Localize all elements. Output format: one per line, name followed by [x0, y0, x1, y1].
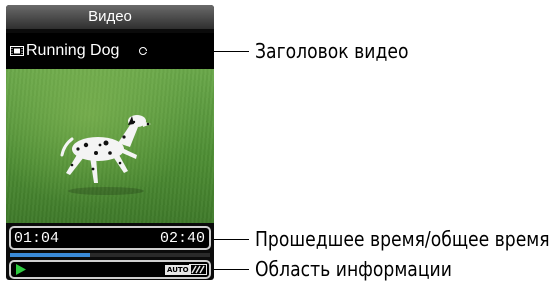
- play-icon: [16, 264, 26, 275]
- callout-line-info: [214, 269, 249, 270]
- callout-line-time: [214, 239, 249, 240]
- total-time: 02:40: [159, 230, 205, 247]
- time-display: 01:04 02:40: [9, 226, 211, 250]
- elapsed-time: 01:04: [14, 230, 60, 247]
- progress-fill: [10, 253, 90, 257]
- player-screen: Видео Running Dog 01:04 02:40 AUTO: [6, 5, 214, 280]
- callout-label-time: Прошедшее время/общее время: [255, 227, 550, 251]
- screen-header-title: Видео: [88, 8, 132, 25]
- callout-line-title: [145, 51, 249, 52]
- film-icon: [10, 45, 24, 56]
- callout-label-info: Область информации: [255, 257, 452, 281]
- info-area: AUTO: [9, 260, 211, 279]
- callout-label-video-title: Заголовок видео: [255, 39, 409, 63]
- dalmatian-dog: [60, 115, 151, 183]
- progress-bar: [10, 253, 210, 257]
- video-title: Running Dog: [26, 42, 120, 59]
- video-frame: [6, 69, 214, 223]
- battery-icon: [189, 264, 207, 275]
- dog-image: [60, 115, 151, 195]
- screen-header: Видео: [6, 5, 214, 29]
- auto-badge: AUTO: [165, 265, 191, 275]
